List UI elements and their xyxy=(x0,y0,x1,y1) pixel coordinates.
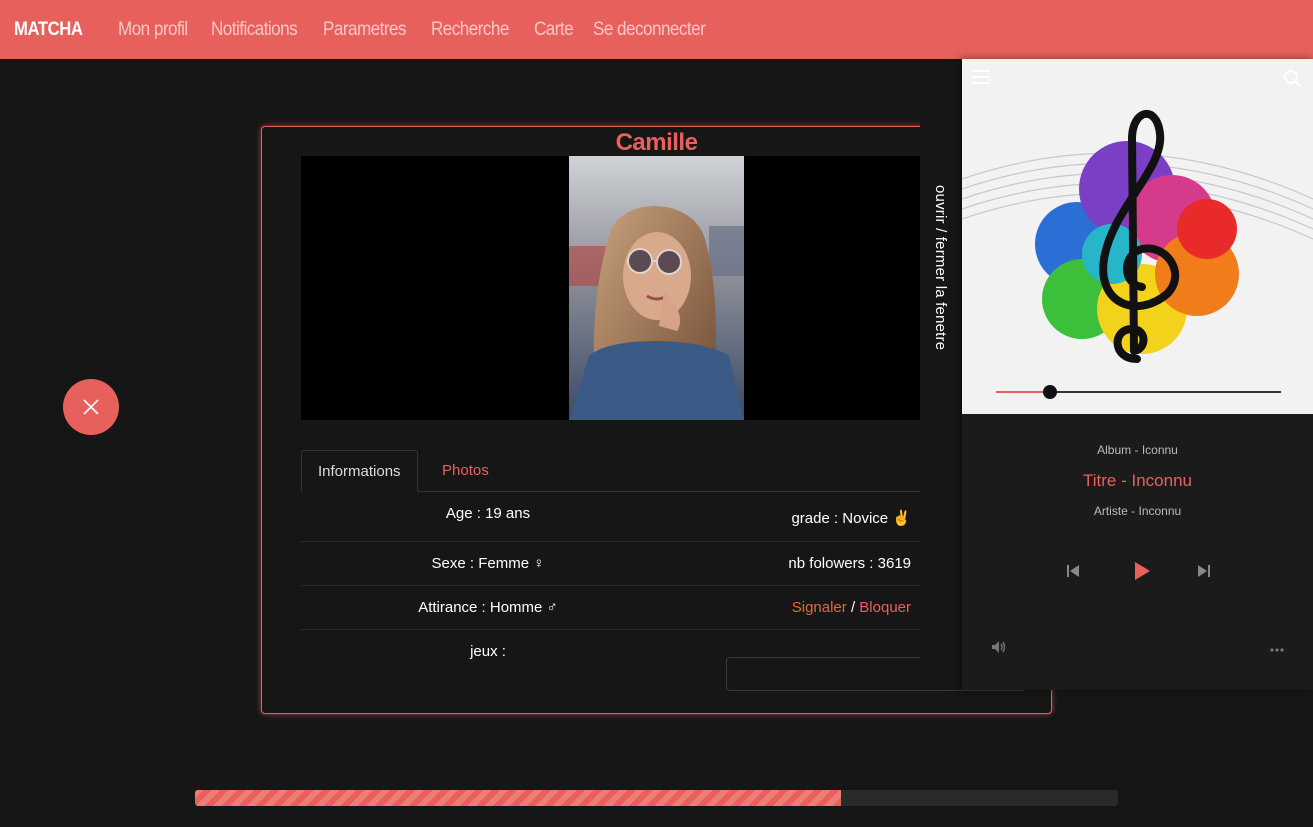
nav-link-parametres[interactable]: Parametres xyxy=(323,19,407,41)
play-button[interactable] xyxy=(1132,560,1152,587)
artist-name: Artiste - Inconnu xyxy=(1093,504,1182,518)
row-divider xyxy=(301,541,961,542)
report-link[interactable]: Signaler xyxy=(792,599,847,616)
album-cover xyxy=(962,59,1313,414)
music-player: Album - Iconnu Titre - Inconnu Artiste -… xyxy=(962,59,1313,690)
nav-links: Mon profil Notifications Parametres Rech… xyxy=(118,19,734,41)
info-row-sexe: Sexe : Femme ♀ nb folowers : 3619 xyxy=(301,555,1001,595)
block-link[interactable]: Bloquer xyxy=(859,599,911,616)
nav-link-notifications[interactable]: Notifications xyxy=(211,19,298,41)
followers-value: nb folowers : 3619 xyxy=(788,555,911,572)
more-button[interactable] xyxy=(1270,640,1284,658)
previous-button[interactable] xyxy=(1066,563,1080,584)
jeux-label: jeux : xyxy=(470,643,506,660)
close-icon xyxy=(83,399,99,415)
sexe-value: Sexe : Femme ♀ xyxy=(431,555,545,572)
report-block-links: Signaler / Bloquer xyxy=(792,599,911,616)
player-toggle-label: ouvrir / fermer la fenetre xyxy=(932,185,949,351)
player-toggle[interactable]: ouvrir / fermer la fenetre xyxy=(920,59,962,690)
volume-button[interactable] xyxy=(991,640,1007,659)
track-title: Titre - Inconnu xyxy=(1083,471,1192,490)
previous-icon xyxy=(1067,565,1079,577)
nav-link-se-deconnecter[interactable]: Se deconnecter xyxy=(593,19,706,41)
tab-photos[interactable]: Photos xyxy=(426,450,505,491)
play-icon xyxy=(1135,562,1150,580)
row-divider xyxy=(301,585,961,586)
nav-link-recherche[interactable]: Recherche xyxy=(431,19,509,41)
volume-icon xyxy=(992,641,1006,653)
nav-link-carte[interactable]: Carte xyxy=(534,19,574,41)
album-name: Album - Iconnu xyxy=(1097,443,1178,457)
info-row-jeux: jeux : xyxy=(301,643,1026,703)
link-separator: / xyxy=(850,599,856,616)
brand-logo[interactable]: MATCHA xyxy=(14,19,83,41)
nav-link-mon-profil[interactable]: Mon profil xyxy=(118,19,188,41)
page-progress-bar xyxy=(195,790,1118,806)
info-row-attirance: Attirance : Homme ♂ Signaler / Bloquer xyxy=(301,599,1001,639)
close-button[interactable] xyxy=(63,379,119,435)
more-icon xyxy=(1270,648,1284,652)
info-row-age: Age : 19 ans grade : Novice ✌ xyxy=(301,505,1001,545)
seek-bar-fill xyxy=(996,391,1051,393)
row-divider xyxy=(301,629,961,630)
next-button[interactable] xyxy=(1197,563,1211,584)
seek-bar[interactable] xyxy=(996,385,1281,399)
photo-carousel[interactable] xyxy=(301,156,921,420)
age-value: Age : 19 ans xyxy=(445,505,531,522)
profile-photo xyxy=(569,156,744,420)
attirance-value: Attirance : Homme ♂ xyxy=(418,599,558,616)
navbar: MATCHA Mon profil Notifications Parametr… xyxy=(0,0,1313,59)
menu-icon[interactable] xyxy=(972,69,990,90)
next-icon xyxy=(1198,565,1210,577)
profile-tabs: Informations Photos xyxy=(301,450,921,492)
grade-value: grade : Novice ✌ xyxy=(791,510,911,527)
search-icon[interactable] xyxy=(1283,69,1303,94)
tab-informations[interactable]: Informations xyxy=(301,450,418,492)
page-progress-fill xyxy=(195,790,842,806)
